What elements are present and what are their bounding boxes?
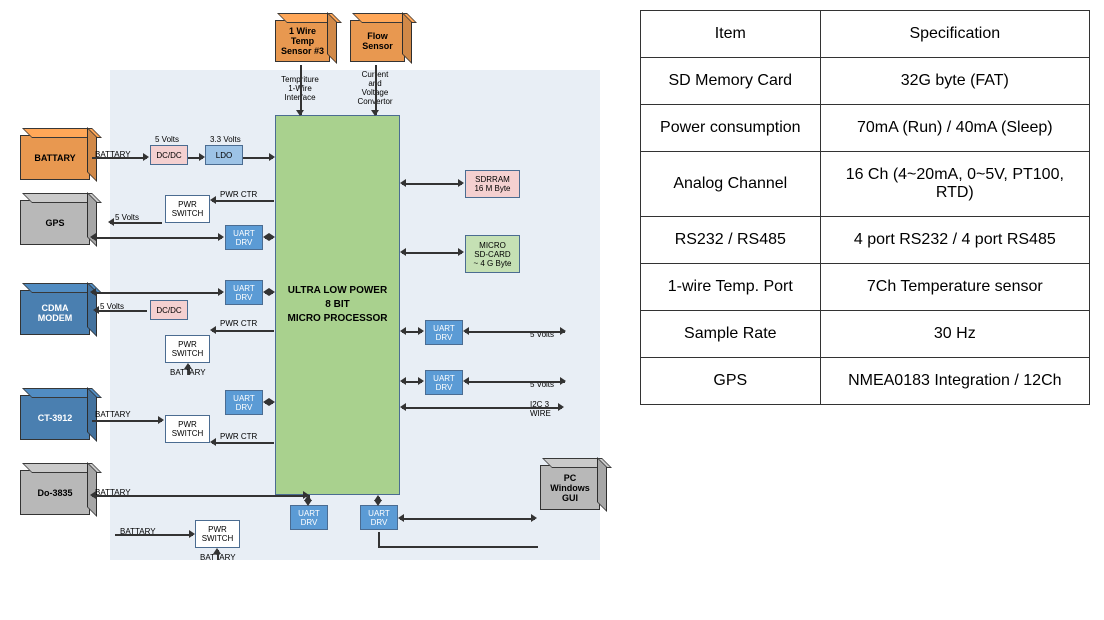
cell-spec: NMEA0183 Integration / 12Ch xyxy=(820,358,1089,405)
sdcard-block: MICRO SD-CARD ~ 4 G Byte xyxy=(465,235,520,273)
table-row: SD Memory Card32G byte (FAT) xyxy=(641,58,1090,105)
arrow-head xyxy=(296,110,304,116)
table-row: Sample Rate30 Hz xyxy=(641,311,1090,358)
do3835-cube: Do-3835 xyxy=(20,470,90,515)
cdma-cube: CDMA MODEM xyxy=(20,290,90,335)
v5-label-1: 5 Volts xyxy=(155,135,179,144)
ct3912-cube: CT-3912 xyxy=(20,395,90,440)
table-row: RS232 / RS4854 port RS232 / 4 port RS485 xyxy=(641,217,1090,264)
dcdc-block-2: DC/DC xyxy=(150,300,188,320)
arrow xyxy=(375,65,377,115)
uart-drv-7: UART DRV xyxy=(425,370,463,395)
pwr-switch-1: PWR SWITCH xyxy=(165,195,210,223)
cell-item: Power consumption xyxy=(641,105,821,152)
spec-table-area: Item Specification SD Memory Card32G byt… xyxy=(640,0,1100,620)
pwrctr-label-2: PWR CTR xyxy=(220,319,257,328)
dcdc-block-1: DC/DC xyxy=(150,145,188,165)
table-row: 1-wire Temp. Port7Ch Temperature sensor xyxy=(641,264,1090,311)
cell-item: GPS xyxy=(641,358,821,405)
cell-spec: 7Ch Temperature sensor xyxy=(820,264,1089,311)
flow-sensor-cube: Flow Sensor xyxy=(350,20,405,62)
cell-spec: 70mA (Run) / 40mA (Sleep) xyxy=(820,105,1089,152)
pwrctr-label-3: PWR CTR xyxy=(220,432,257,441)
header-spec: Specification xyxy=(820,11,1089,58)
main-container: 1 Wire Temp Sensor #3 Flow Sensor Tempri… xyxy=(0,0,1104,620)
block-diagram: 1 Wire Temp Sensor #3 Flow Sensor Tempri… xyxy=(0,0,640,620)
arrow xyxy=(300,65,302,115)
v5-label-2: 5 Volts xyxy=(115,213,139,222)
sdram-block: SDRRAM 16 M Byte xyxy=(465,170,520,198)
uart-drv-6: UART DRV xyxy=(425,320,463,345)
pwr-switch-4: PWR SWITCH xyxy=(195,520,240,548)
cell-item: Analog Channel xyxy=(641,152,821,217)
table-row: Analog Channel16 Ch (4~20mA, 0~5V, PT100… xyxy=(641,152,1090,217)
table-header-row: Item Specification xyxy=(641,11,1090,58)
ldo-block: LDO xyxy=(205,145,243,165)
uart-drv-2: UART DRV xyxy=(225,280,263,305)
cell-spec: 32G byte (FAT) xyxy=(820,58,1089,105)
pwr-switch-2: PWR SWITCH xyxy=(165,335,210,363)
arrow-head xyxy=(371,110,379,116)
temp-sensor-cube: 1 Wire Temp Sensor #3 xyxy=(275,20,330,62)
v33-label: 3.3 Volts xyxy=(210,135,241,144)
table-row: GPSNMEA0183 Integration / 12Ch xyxy=(641,358,1090,405)
table-row: Power consumption70mA (Run) / 40mA (Slee… xyxy=(641,105,1090,152)
cell-item: RS232 / RS485 xyxy=(641,217,821,264)
uart-drv-4: UART DRV xyxy=(290,505,328,530)
specification-table: Item Specification SD Memory Card32G byt… xyxy=(640,10,1090,405)
uart-drv-3: UART DRV xyxy=(225,390,263,415)
cell-spec: 16 Ch (4~20mA, 0~5V, PT100, RTD) xyxy=(820,152,1089,217)
battery-cube: BATTARY xyxy=(20,135,90,180)
gps-cube: GPS xyxy=(20,200,90,245)
uart-drv-5: UART DRV xyxy=(360,505,398,530)
pwr-switch-3: PWR SWITCH xyxy=(165,415,210,443)
i2c-label: I2C 3 WIRE xyxy=(530,400,551,418)
cell-item: 1-wire Temp. Port xyxy=(641,264,821,311)
uart-drv-1: UART DRV xyxy=(225,225,263,250)
cell-spec: 4 port RS232 / 4 port RS485 xyxy=(820,217,1089,264)
header-item: Item xyxy=(641,11,821,58)
pc-gui-cube: PC Windows GUI xyxy=(540,465,600,510)
pwrctr-label-1: PWR CTR xyxy=(220,190,257,199)
cell-item: Sample Rate xyxy=(641,311,821,358)
cell-item: SD Memory Card xyxy=(641,58,821,105)
battery-label-3: BATTARY xyxy=(95,410,131,419)
cell-spec: 30 Hz xyxy=(820,311,1089,358)
micro-processor: ULTRA LOW POWER 8 BIT MICRO PROCESSOR xyxy=(275,115,400,495)
